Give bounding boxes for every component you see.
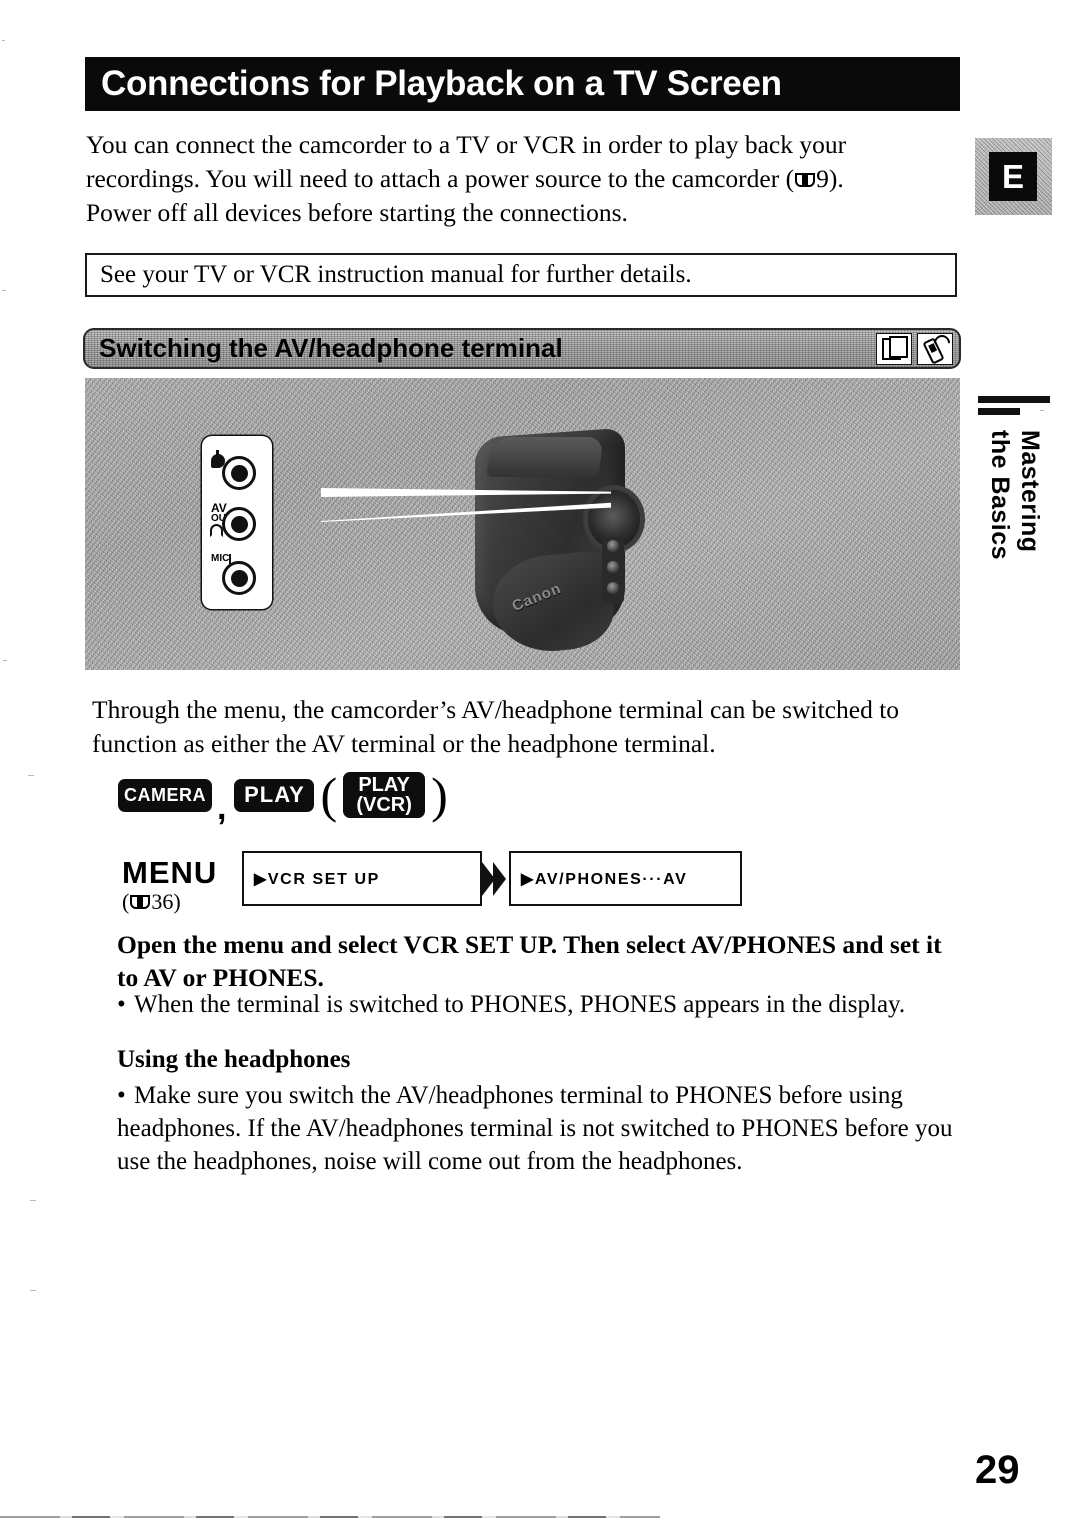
- section-header-icons: [876, 331, 954, 365]
- bullet-dot: •: [117, 991, 126, 1018]
- av-headphone-jack: [222, 507, 256, 541]
- page-title-bar: Connections for Playback on a TV Screen: [85, 57, 960, 111]
- intro-paragraph: You can connect the camcorder to a TV or…: [86, 128, 896, 230]
- menu-label: MENU: [122, 855, 218, 890]
- intro-page-ref: 9).: [816, 164, 844, 193]
- mic-jack: [222, 561, 256, 595]
- headphones-bullet-line-1: Make sure you switch the AV/headphones t…: [134, 1082, 903, 1109]
- menu-ref-number: 36): [151, 889, 181, 914]
- menu-step-2-text: ▶AV/PHONES···AV: [521, 870, 688, 888]
- subsection-heading: Using the headphones: [117, 1046, 351, 1073]
- instruction-bullet: • When the terminal is switched to PHONES…: [117, 988, 962, 1021]
- instruction-bold: Open the menu and select VCR SET UP. The…: [117, 928, 962, 994]
- intro-line-3: Power off all devices before starting th…: [86, 198, 628, 227]
- menu-page-reference: (36): [122, 889, 181, 915]
- section-header-bar: Switching the AV/headphone terminal: [83, 328, 961, 369]
- badge-play-vcr-line2: (VCR): [356, 794, 412, 816]
- book-reference-icon: [795, 173, 816, 188]
- menu-ref-paren: (: [122, 889, 130, 914]
- menu-step-2-box[interactable]: ▶AV/PHONES···AV: [509, 851, 742, 906]
- scan-speck: [30, 1200, 36, 1201]
- para2-line-1: Through the menu, the camcorder’s AV/hea…: [92, 695, 900, 724]
- intro-line-2: recordings. You will need to attach a po…: [86, 164, 795, 193]
- scan-speck: [28, 775, 34, 776]
- instruction-line-1: Open the menu and select VCR SET UP. The…: [117, 930, 942, 959]
- headphones-bullet-line-2: headphones. If the AV/headphones termina…: [117, 1115, 909, 1142]
- bullet-dot: •: [117, 1082, 126, 1109]
- badge-separator: ,: [217, 788, 227, 827]
- section-header-title: Switching the AV/headphone terminal: [99, 333, 563, 363]
- scanned-manual-page: Connections for Playback on a TV Screen …: [0, 0, 1080, 1520]
- instruction-bullet-text: When the terminal is switched to PHONES,…: [134, 991, 906, 1018]
- double-chevron-icon: [482, 862, 508, 896]
- camcorder-illustration: Canon: [475, 427, 660, 658]
- menu-step-1-text: ▶VCR SET UP: [254, 870, 380, 888]
- note-text: See your TV or VCR instruction manual fo…: [100, 261, 692, 288]
- camcorder-photo: Canon AV OUT MIC: [85, 378, 960, 670]
- mode-badges: CAMERA , PLAY ( PLAY (VCR) ): [118, 766, 454, 827]
- scan-speck: [2, 40, 5, 41]
- para2-line-2: function as either the AV terminal or th…: [92, 729, 716, 758]
- menu-step-1-box[interactable]: ▶VCR SET UP: [242, 851, 482, 906]
- page-number: 29: [975, 1448, 1020, 1492]
- intro-line-1: You can connect the camcorder to a TV or…: [86, 130, 847, 159]
- book-reference-icon: [130, 895, 151, 910]
- dv-jack: [222, 456, 256, 490]
- scan-speck: [30, 1290, 36, 1291]
- paren-close: ): [431, 766, 448, 823]
- badge-camera: CAMERA: [118, 778, 212, 812]
- menu-explanation-paragraph: Through the menu, the camcorder’s AV/hea…: [92, 693, 952, 761]
- language-badge: E: [989, 152, 1037, 201]
- card-icon: [876, 333, 912, 365]
- chapter-tab-label: Mastering the Basics: [986, 430, 1044, 561]
- scan-speck: [3, 660, 7, 661]
- paren-open: (: [320, 766, 338, 823]
- scan-speck: [2, 290, 6, 291]
- terminal-callout-panel: AV OUT MIC: [202, 436, 272, 609]
- mic-label: MIC: [211, 553, 230, 564]
- language-badge-plate: E: [975, 138, 1052, 215]
- scan-artifact-line: [0, 1516, 660, 1518]
- badge-play: PLAY: [234, 778, 315, 812]
- badge-play-vcr-line1: PLAY: [358, 773, 410, 796]
- headphone-icon: [210, 524, 223, 537]
- remote-control-icon: [917, 331, 954, 365]
- page-title: Connections for Playback on a TV Screen: [101, 64, 782, 103]
- note-box: See your TV or VCR instruction manual fo…: [85, 253, 957, 297]
- chapter-tab-bars: [978, 396, 1050, 420]
- badge-play-vcr: PLAY (VCR): [343, 772, 426, 818]
- camcorder-terminal-jacks: [602, 537, 624, 603]
- headphones-bullet: • Make sure you switch the AV/headphones …: [117, 1079, 967, 1178]
